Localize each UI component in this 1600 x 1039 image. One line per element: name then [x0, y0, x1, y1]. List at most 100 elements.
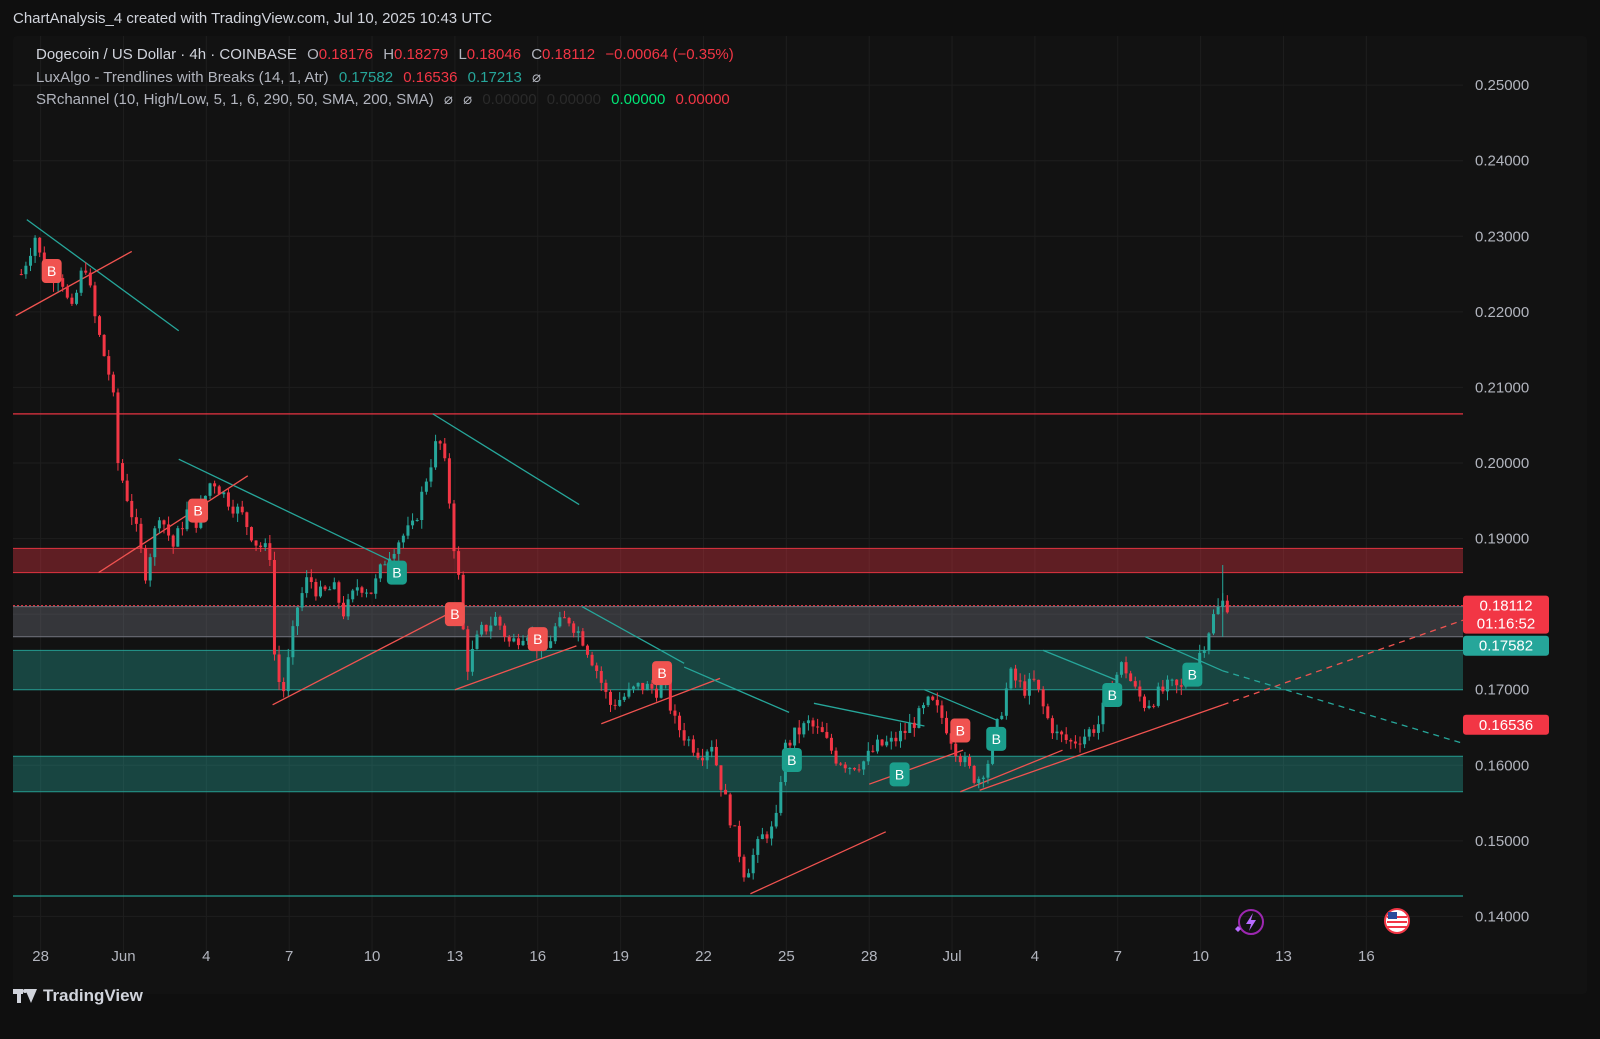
- tradingview-brand[interactable]: TradingView: [13, 986, 143, 1006]
- candle: [300, 587, 304, 612]
- price-tick: 0.14000: [1475, 908, 1529, 925]
- candle-body: [931, 696, 935, 700]
- symbol-title[interactable]: Dogecoin / US Dollar · 4h · COINBASE: [36, 46, 297, 63]
- candle: [742, 854, 746, 882]
- candle: [24, 261, 28, 279]
- candle: [1037, 679, 1041, 693]
- legend-indicator-srchannel[interactable]: SRchannel (10, High/Low, 5, 1, 6, 290, 5…: [36, 90, 736, 108]
- candle-body: [415, 520, 419, 522]
- break-marker-buy-10[interactable]: B: [1102, 683, 1123, 708]
- time-tick: 10: [364, 948, 381, 965]
- srchannel-hidden-icon-1[interactable]: ⌀: [444, 91, 453, 108]
- srchannel-hidden-icon-2[interactable]: ⌀: [463, 91, 472, 108]
- luxalgo-value-3: 0.17213: [467, 69, 522, 86]
- candle-body: [1142, 696, 1146, 708]
- luxalgo-hidden-icon[interactable]: ⌀: [532, 69, 541, 86]
- time-tick: 13: [1275, 948, 1292, 965]
- break-marker-sell-4[interactable]: B: [527, 627, 548, 652]
- candle-body: [558, 617, 562, 627]
- candle-body: [318, 586, 322, 597]
- luxalgo-name[interactable]: LuxAlgo - Trendlines with Breaks (14, 1,…: [36, 69, 329, 86]
- candle: [434, 434, 438, 470]
- candle-body: [1225, 600, 1229, 613]
- candle-body: [797, 727, 801, 735]
- axis-price-label-text: 0.18112: [1479, 598, 1532, 615]
- candle-body: [277, 654, 281, 683]
- time-tick: 4: [1031, 948, 1039, 965]
- srchannel-name[interactable]: SRchannel (10, High/Low, 5, 1, 6, 290, 5…: [36, 91, 434, 108]
- candle-body: [880, 739, 884, 746]
- break-marker-buy-7[interactable]: B: [889, 762, 910, 787]
- candle-body: [829, 737, 833, 751]
- candle: [443, 437, 447, 462]
- candle-body: [935, 699, 939, 706]
- candle-body: [369, 592, 373, 594]
- candle-body: [581, 631, 585, 646]
- time-tick: 10: [1192, 948, 1209, 965]
- candle-body: [507, 636, 511, 642]
- price-chart[interactable]: B B B B B B B B B B B B 0.25000 0.24000 0.23000 0.2200…: [13, 36, 1587, 994]
- price-tick: 0.22000: [1475, 304, 1529, 321]
- candle-body: [1014, 668, 1018, 681]
- candle: [1055, 724, 1059, 740]
- us-economic-event-icon[interactable]: [1384, 908, 1410, 934]
- events-lightning-icon[interactable]: [1235, 909, 1264, 935]
- candle: [1152, 703, 1156, 709]
- high-value: 0.18279: [394, 46, 449, 63]
- break-marker-sell-1[interactable]: B: [188, 498, 209, 523]
- break-marker-sell-5[interactable]: B: [652, 661, 673, 686]
- break-marker-sell-0[interactable]: B: [41, 259, 62, 284]
- price-tick: 0.16000: [1475, 757, 1529, 774]
- candle-body: [162, 520, 166, 525]
- candle: [917, 705, 921, 729]
- sr-zone-1: [13, 606, 1463, 637]
- candle-body: [1212, 614, 1216, 634]
- candle-body: [295, 607, 299, 627]
- candle-body: [774, 812, 778, 827]
- candle-body: [1064, 734, 1068, 741]
- candle: [756, 836, 760, 863]
- candle: [272, 551, 276, 661]
- break-marker-buy-9[interactable]: B: [986, 726, 1007, 751]
- candle-body: [337, 582, 341, 603]
- candle-body: [249, 527, 253, 541]
- candle: [1073, 735, 1077, 749]
- candle-body: [687, 739, 691, 741]
- candle-body: [351, 590, 355, 600]
- candle: [148, 553, 152, 587]
- break-marker-sell-8[interactable]: B: [950, 718, 971, 743]
- candle-body: [401, 535, 405, 543]
- candle-body: [1124, 662, 1128, 674]
- candle-body: [125, 480, 129, 501]
- candle: [134, 508, 138, 532]
- candle: [245, 511, 249, 536]
- chart-frame[interactable]: B B B B B B B B B B B B 0.25000 0.24000 0.23000 0.2200…: [13, 36, 1587, 994]
- price-axis: 0.25000 0.24000 0.23000 0.22000 0.21000 0.200…: [1475, 77, 1529, 925]
- candle-body: [332, 582, 336, 590]
- candle-body: [788, 742, 792, 746]
- break-marker-sell-3[interactable]: B: [444, 602, 465, 627]
- candle-body: [843, 764, 847, 769]
- candle: [728, 792, 732, 829]
- candle-body: [61, 278, 65, 287]
- candle-body: [645, 683, 649, 691]
- candle-body: [411, 520, 415, 526]
- candle-body: [392, 553, 396, 559]
- candle-body: [1027, 678, 1031, 696]
- candle-body: [176, 528, 180, 547]
- candle-body: [747, 873, 751, 878]
- candle-body: [424, 481, 428, 492]
- legend-indicator-luxalgo[interactable]: LuxAlgo - Trendlines with Breaks (14, 1,…: [36, 68, 547, 86]
- candle-body: [779, 782, 783, 813]
- candle-body: [286, 657, 290, 692]
- candle-body: [484, 624, 488, 632]
- candle-body: [678, 715, 682, 731]
- break-marker-buy-6[interactable]: B: [781, 747, 802, 772]
- break-marker-buy-2[interactable]: B: [386, 560, 407, 585]
- candle-body: [742, 856, 746, 878]
- candle: [687, 736, 691, 747]
- candle: [1142, 694, 1146, 712]
- break-marker-buy-11[interactable]: B: [1182, 662, 1203, 687]
- candle: [125, 473, 129, 503]
- candle: [682, 722, 686, 746]
